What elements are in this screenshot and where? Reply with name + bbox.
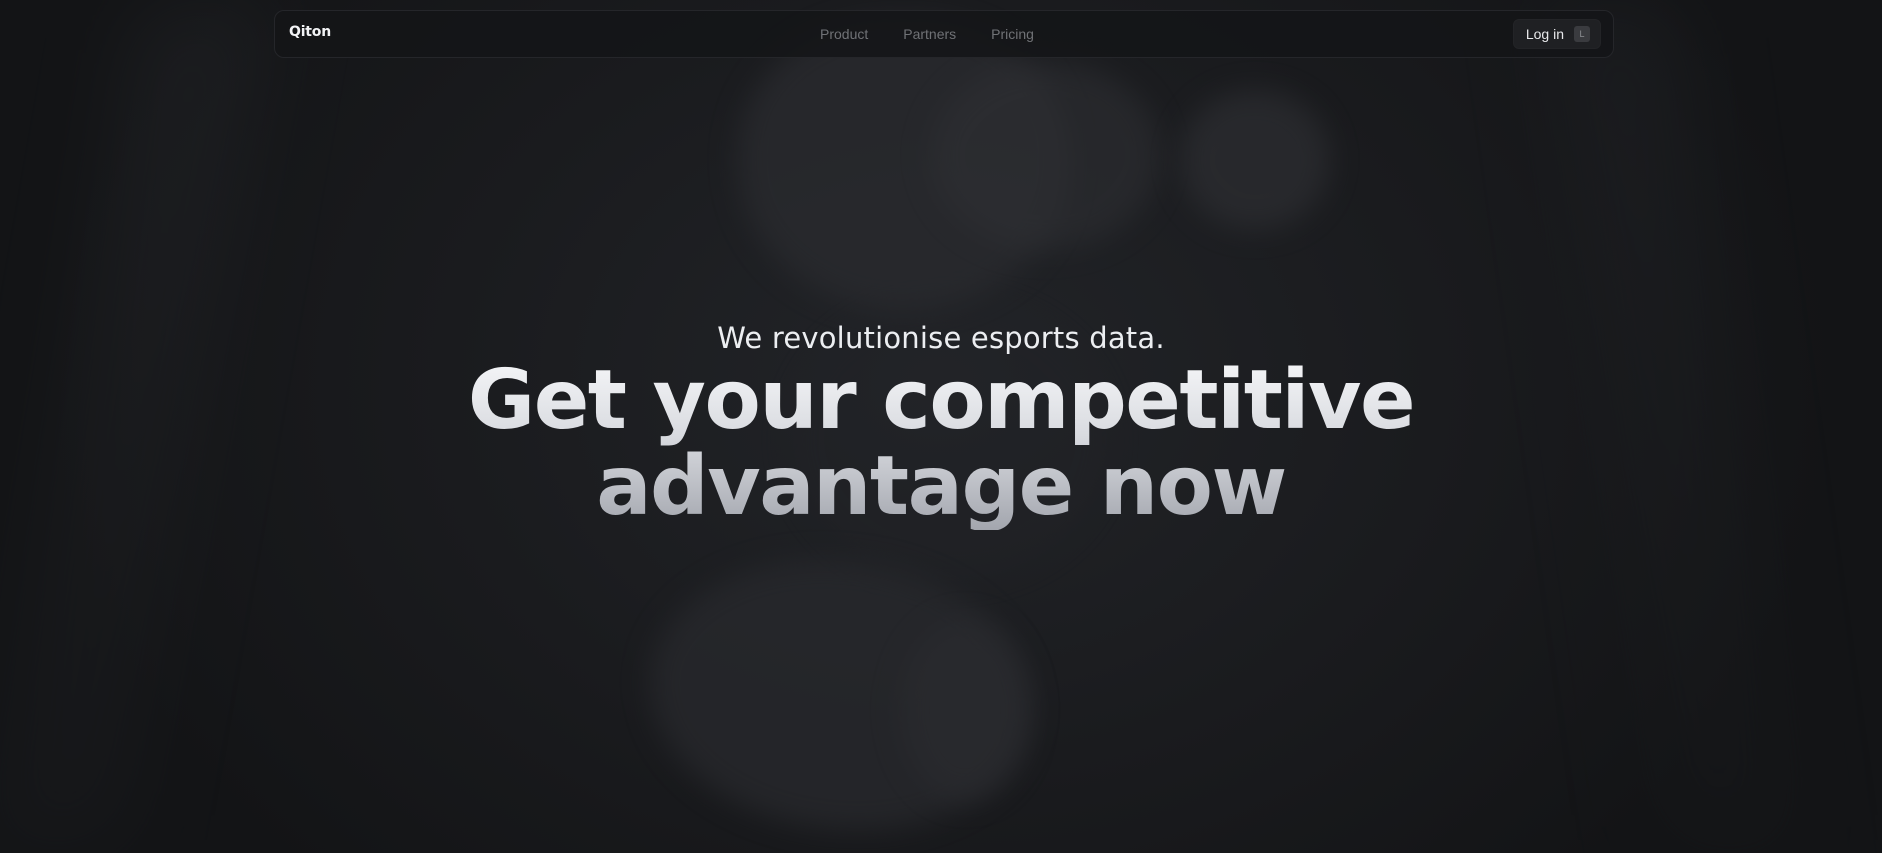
hero-headline-line-1: Get your competitive	[467, 353, 1415, 448]
login-button[interactable]: Log in L	[1512, 19, 1601, 49]
hero-headline: Get your competitive advantage now	[0, 358, 1882, 530]
hero-section: We revolutionise esports data. Get your …	[0, 318, 1882, 530]
nav-links: Product Partners Pricing	[820, 26, 1034, 42]
login-shortcut-key: L	[1574, 26, 1590, 42]
landing-page: Qiton Product Partners Pricing Log in L …	[0, 0, 1882, 853]
background-figure-arm	[900, 620, 1030, 800]
nav-item-pricing[interactable]: Pricing	[991, 26, 1034, 42]
hero-tagline: We revolutionise esports data.	[717, 321, 1165, 355]
background-figure-face	[930, 60, 1160, 250]
login-button-label: Log in	[1525, 26, 1564, 42]
nav-item-partners[interactable]: Partners	[903, 26, 956, 42]
top-navbar: Qiton Product Partners Pricing Log in L	[274, 10, 1614, 58]
brand-logo[interactable]: Qiton	[289, 24, 331, 40]
background-figure-ear	[1180, 90, 1330, 230]
nav-item-product[interactable]: Product	[820, 26, 868, 42]
hero-headline-line-2: advantage now	[596, 439, 1286, 534]
